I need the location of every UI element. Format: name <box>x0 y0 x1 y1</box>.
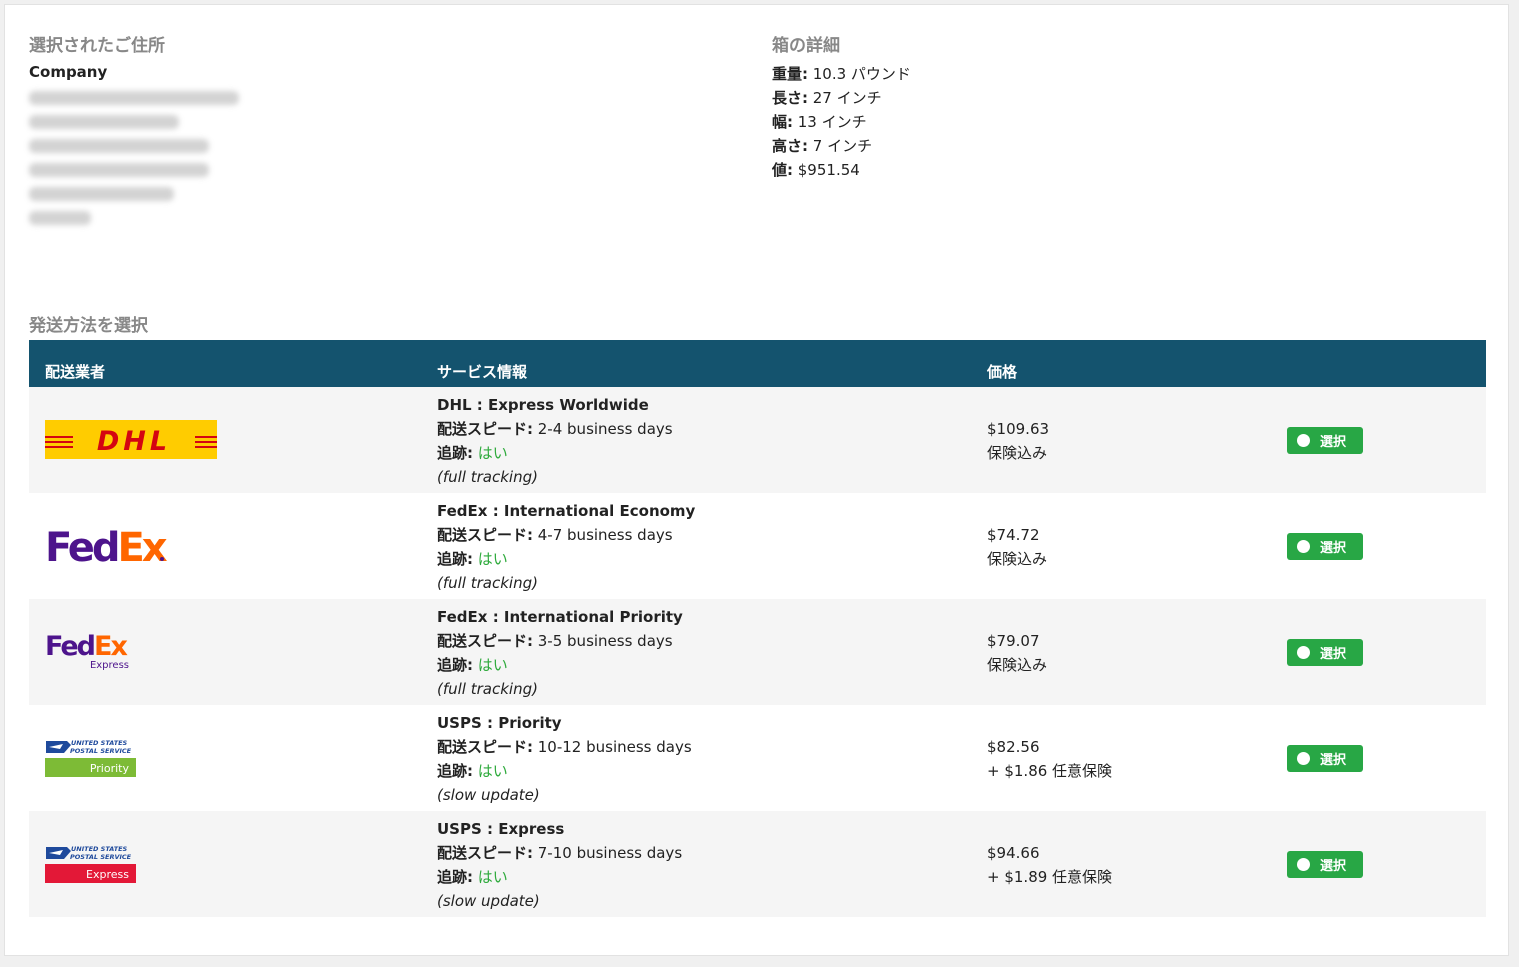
address-line-redacted <box>29 163 209 177</box>
table-row: FedEx FedEx : International Economy 配送スピ… <box>29 493 1486 599</box>
svg-text:Express: Express <box>90 660 129 671</box>
price-info: $79.07 保険込み <box>987 629 1047 677</box>
table-row: UNITED STATES POSTAL SERVICE Express USP… <box>29 811 1486 917</box>
tracking: 追跡: はい <box>437 868 508 886</box>
tracking: 追跡: はい <box>437 550 508 568</box>
tracking-note: (full tracking) <box>437 574 538 592</box>
service-name: USPS : Priority <box>437 714 562 732</box>
service-info: USPS : Express 配送スピード: 7-10 business day… <box>437 817 682 913</box>
radio-icon <box>1297 434 1310 447</box>
delivery-speed: 配送スピード: 3-5 business days <box>437 632 673 650</box>
header-carrier: 配送業者 <box>45 363 106 381</box>
svg-text:POSTAL SERVICE: POSTAL SERVICE <box>70 747 132 755</box>
address-line-redacted <box>29 187 174 201</box>
tracking: 追跡: はい <box>437 444 508 462</box>
box-height: 高さ: 7 インチ <box>772 137 873 155</box>
shipping-section-title: 発送方法を選択 <box>29 316 148 336</box>
service-name: DHL : Express Worldwide <box>437 396 649 414</box>
service-info: DHL : Express Worldwide 配送スピード: 2-4 busi… <box>437 393 673 489</box>
address-line-redacted <box>29 91 239 105</box>
price-value: $79.07 <box>987 632 1040 650</box>
radio-icon <box>1297 540 1310 553</box>
select-button[interactable]: 選択 <box>1287 851 1363 878</box>
usps-priority-logo: UNITED STATES POSTAL SERVICE Priority <box>45 738 137 782</box>
svg-text:UNITED STATES: UNITED STATES <box>71 845 128 853</box>
service-info: FedEx : International Economy 配送スピード: 4-… <box>437 499 695 595</box>
usps-priority-logo-graphic: UNITED STATES POSTAL SERVICE Priority <box>45 739 136 777</box>
price-info: $94.66 + $1.89 任意保険 <box>987 841 1112 889</box>
svg-text:POSTAL SERVICE: POSTAL SERVICE <box>70 853 132 861</box>
price-value: $109.63 <box>987 420 1050 438</box>
delivery-speed: 配送スピード: 4-7 business days <box>437 526 673 544</box>
price-info: $109.63 保険込み <box>987 417 1049 465</box>
radio-icon <box>1297 858 1310 871</box>
dhl-logo-graphic: DHL <box>45 420 217 459</box>
tracking-note: (full tracking) <box>437 680 538 698</box>
svg-text:Priority: Priority <box>90 762 130 775</box>
table-row: UNITED STATES POSTAL SERVICE Priority US… <box>29 705 1486 811</box>
price-value: $82.56 <box>987 738 1040 756</box>
service-name: FedEx : International Economy <box>437 502 696 520</box>
svg-text:FedEx: FedEx <box>45 525 168 568</box>
select-button[interactable]: 選択 <box>1287 639 1363 666</box>
tracking-note: (slow update) <box>437 786 540 804</box>
fedex-logo-graphic: FedEx <box>45 525 171 571</box>
price-info: $82.56 + $1.86 任意保険 <box>987 735 1112 783</box>
service-info: FedEx : International Priority 配送スピード: 3… <box>437 605 683 701</box>
table-row: DHL DHL : Express Worldwide 配送スピード: 2-4 … <box>29 387 1486 493</box>
table-row: FedEx Express FedEx : International Prio… <box>29 599 1486 705</box>
dhl-logo-text: DHL <box>97 426 171 457</box>
price-value: $74.72 <box>987 526 1040 544</box>
address-section-title: 選択されたご住所 <box>29 36 165 56</box>
radio-icon <box>1297 752 1310 765</box>
svg-text:FedEx: FedEx <box>45 631 127 662</box>
dhl-logo: DHL <box>45 420 217 463</box>
box-length: 長さ: 27 インチ <box>772 89 882 107</box>
svg-text:Express: Express <box>86 868 129 881</box>
tracking: 追跡: はい <box>437 762 508 780</box>
header-price: 価格 <box>987 363 1018 381</box>
price-info: $74.72 保険込み <box>987 523 1047 571</box>
tracking: 追跡: はい <box>437 656 508 674</box>
shipping-table: 配送業者 サービス情報 価格 DHL DHL : Express Worldwi… <box>29 340 1486 917</box>
address-line-redacted <box>29 139 209 153</box>
service-name: USPS : Express <box>437 820 565 838</box>
shipping-panel: 選択されたご住所 Company 箱の詳細 重量: 10.3 パウンド 長さ: … <box>4 4 1509 956</box>
box-section-title: 箱の詳細 <box>772 36 840 56</box>
usps-express-logo-graphic: UNITED STATES POSTAL SERVICE Express <box>45 845 136 883</box>
box-weight: 重量: 10.3 パウンド <box>772 65 911 83</box>
address-line-redacted <box>29 115 179 129</box>
insurance-info: + $1.86 任意保険 <box>987 762 1113 780</box>
insurance-info: 保険込み <box>987 550 1048 568</box>
svg-text:UNITED STATES: UNITED STATES <box>71 739 128 747</box>
service-name: FedEx : International Priority <box>437 608 683 626</box>
radio-icon <box>1297 646 1310 659</box>
price-value: $94.66 <box>987 844 1040 862</box>
select-button[interactable]: 選択 <box>1287 745 1363 772</box>
header-service: サービス情報 <box>437 363 528 381</box>
service-info: USPS : Priority 配送スピード: 10-12 business d… <box>437 711 692 807</box>
table-header: 配送業者 サービス情報 価格 <box>29 340 1486 387</box>
select-button[interactable]: 選択 <box>1287 533 1363 560</box>
usps-express-logo: UNITED STATES POSTAL SERVICE Express <box>45 844 137 888</box>
box-width: 幅: 13 インチ <box>772 113 867 131</box>
tracking-note: (full tracking) <box>437 468 538 486</box>
insurance-info: + $1.89 任意保険 <box>987 868 1113 886</box>
fedex-logo: FedEx <box>45 523 171 572</box>
box-value: 値: $951.54 <box>772 161 860 179</box>
select-button[interactable]: 選択 <box>1287 427 1363 454</box>
tracking-note: (slow update) <box>437 892 540 910</box>
fedex-express-logo-graphic: FedEx Express <box>45 631 129 671</box>
delivery-speed: 配送スピード: 2-4 business days <box>437 420 673 438</box>
delivery-speed: 配送スピード: 10-12 business days <box>437 738 692 756</box>
insurance-info: 保険込み <box>987 444 1048 462</box>
fedex-express-logo: FedEx Express <box>45 629 135 675</box>
insurance-info: 保険込み <box>987 656 1048 674</box>
address-line-redacted <box>29 211 91 225</box>
delivery-speed: 配送スピード: 7-10 business days <box>437 844 683 862</box>
address-company: Company <box>29 63 108 81</box>
